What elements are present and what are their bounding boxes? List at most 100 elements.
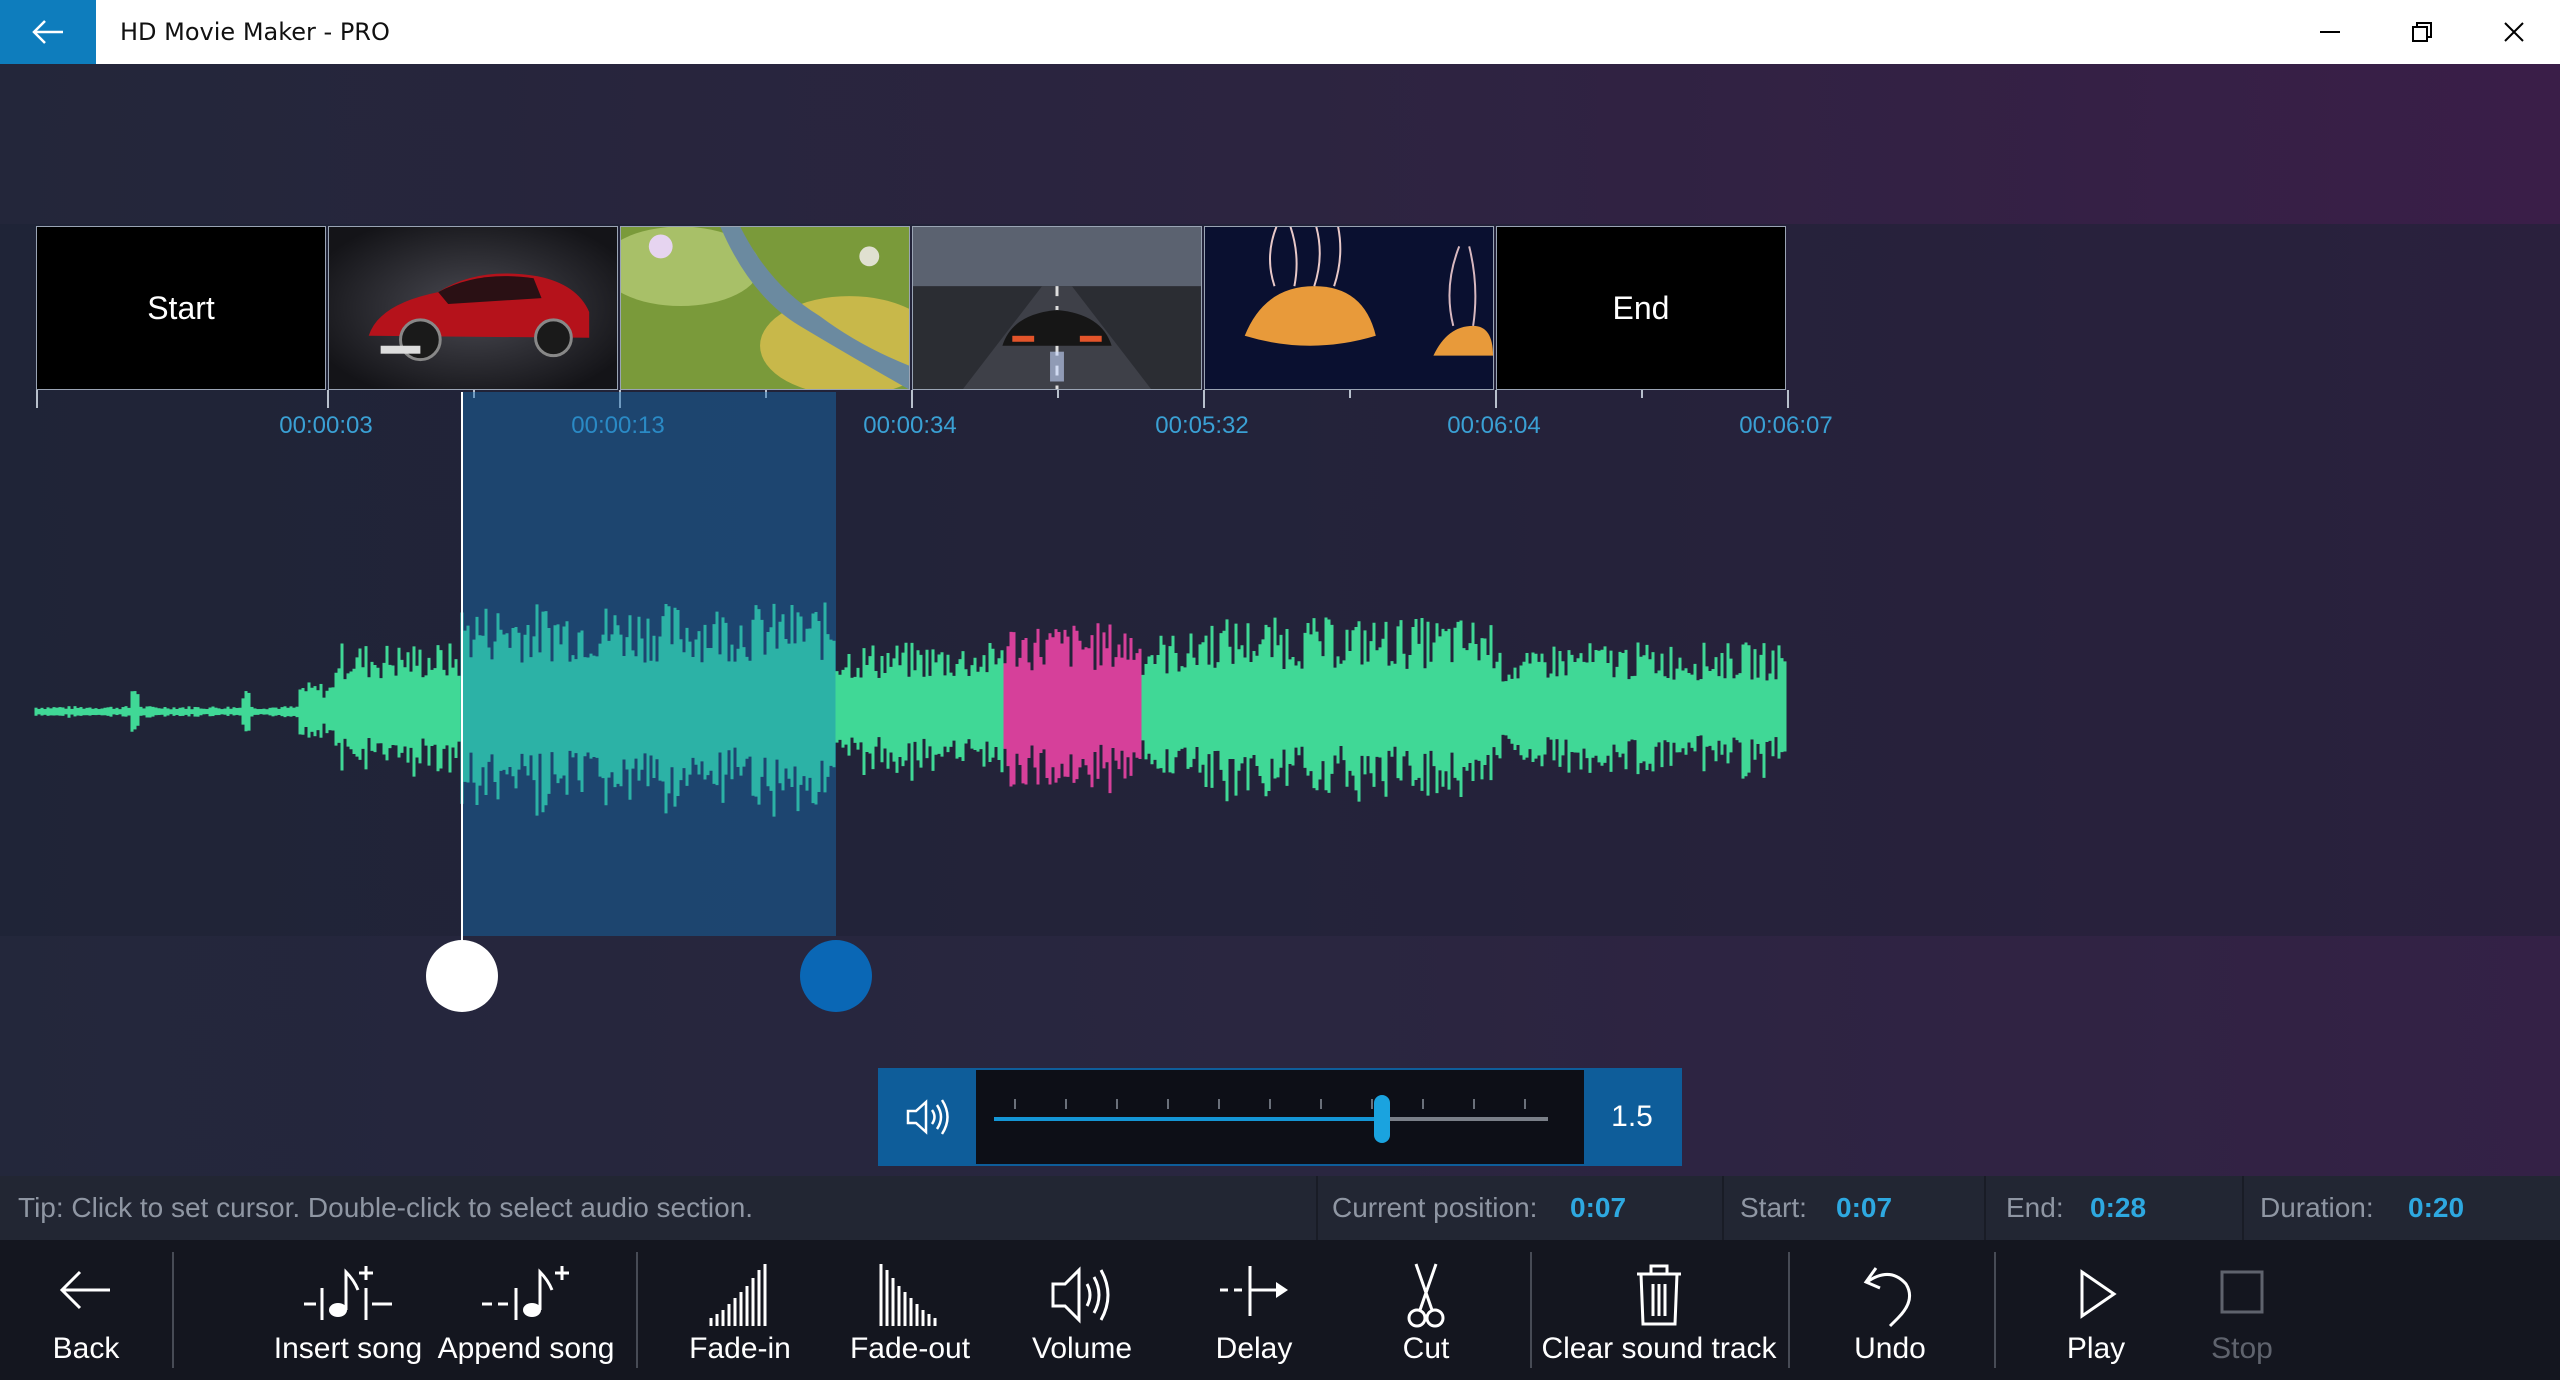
volume-tick: [1371, 1099, 1373, 1109]
minimize-button[interactable]: [2284, 0, 2376, 64]
status-divider: [1316, 1176, 1318, 1240]
volume-tick: [1524, 1099, 1526, 1109]
clip-thumbnail-garden[interactable]: [620, 226, 910, 390]
play-button[interactable]: Play: [2036, 1240, 2156, 1380]
close-icon: [2504, 22, 2524, 42]
volume-tick: [1473, 1099, 1475, 1109]
time-label: 00:06:04: [1447, 412, 1541, 439]
window-title: HD Movie Maker - PRO: [120, 18, 390, 46]
selection-start-handle[interactable]: [426, 940, 498, 1012]
insert-song-icon: [304, 1266, 392, 1320]
close-button[interactable]: [2468, 0, 2560, 64]
fade-out-label: Fade-out: [849, 1332, 971, 1365]
stop-label: Stop: [2211, 1332, 2273, 1365]
undo-label: Undo: [1854, 1332, 1926, 1365]
fade-out-icon: [879, 1264, 937, 1326]
playback-cursor[interactable]: [461, 392, 463, 942]
ruler-tick: [1349, 390, 1351, 398]
audio-waveform[interactable]: [0, 540, 1800, 880]
volume-label: Volume: [1031, 1332, 1133, 1365]
play-label: Play: [2066, 1332, 2126, 1365]
duration-label: Duration:: [2260, 1192, 2374, 1223]
ruler-tick: [1641, 390, 1643, 398]
volume-control: 1.5: [878, 1068, 1682, 1166]
time-label: 00:00:34: [863, 412, 957, 439]
end-label: End:: [2006, 1192, 2064, 1223]
toolbar-divider: [1788, 1252, 1790, 1368]
insert-song-button[interactable]: Insert song: [268, 1240, 428, 1380]
volume-tick: [1065, 1099, 1067, 1109]
clip-start[interactable]: Start: [36, 226, 326, 390]
clip-thumbnail-sportscar[interactable]: [912, 226, 1202, 390]
ruler-tick: [1057, 390, 1059, 398]
sports-car-road-image: [913, 227, 1201, 389]
volume-button[interactable]: Volume: [1022, 1240, 1142, 1380]
append-song-button[interactable]: Append song: [438, 1240, 614, 1380]
append-song-icon: [482, 1266, 569, 1320]
stop-icon: [2220, 1270, 2264, 1314]
play-icon: [2080, 1269, 2117, 1319]
toolbar-divider: [1530, 1252, 1532, 1368]
time-label: 00:06:07: [1739, 412, 1833, 439]
minimize-icon: [2320, 31, 2340, 33]
clip-end[interactable]: End: [1496, 226, 1786, 390]
trash-icon: [1637, 1264, 1681, 1326]
fade-in-button[interactable]: Fade-in: [680, 1240, 800, 1380]
append-song-label: Append song: [437, 1332, 615, 1365]
red-car-image: [329, 227, 617, 389]
clear-sound-track-button[interactable]: Clear sound track: [1541, 1240, 1777, 1380]
arrow-left-icon: [59, 1270, 110, 1310]
cut-label: Cut: [1402, 1332, 1450, 1365]
stop-button[interactable]: Stop: [2182, 1240, 2302, 1380]
window-back-button[interactable]: [0, 0, 96, 64]
tip-text: Tip: Click to set cursor. Double-click t…: [18, 1192, 754, 1223]
undo-button[interactable]: Undo: [1830, 1240, 1950, 1380]
time-label: 00:00:03: [279, 412, 373, 439]
volume-tick: [1422, 1099, 1424, 1109]
fade-in-label: Fade-in: [689, 1332, 791, 1365]
volume-tick: [1320, 1099, 1322, 1109]
ruler-tick: [1203, 390, 1205, 408]
volume-mute-button[interactable]: [880, 1070, 976, 1164]
delay-label: Delay: [1215, 1332, 1293, 1365]
toolbar-divider: [1994, 1252, 1996, 1368]
volume-slider-thumb[interactable]: [1373, 1095, 1390, 1143]
restore-button[interactable]: [2376, 0, 2468, 64]
clip-thumbnail-car[interactable]: [328, 226, 618, 390]
volume-tick: [1014, 1099, 1016, 1109]
scissors-icon: [1407, 1263, 1445, 1328]
toolbar-divider: [172, 1252, 174, 1368]
clip-end-label: End: [1612, 289, 1670, 326]
start-label: Start:: [1740, 1192, 1807, 1223]
status-divider: [1722, 1176, 1724, 1240]
volume-slider-fill: [994, 1117, 1382, 1121]
volume-tick: [1116, 1099, 1118, 1109]
volume-slider[interactable]: [994, 1095, 1548, 1143]
status-divider: [1984, 1176, 1986, 1240]
cut-button[interactable]: Cut: [1366, 1240, 1486, 1380]
title-bar: HD Movie Maker - PRO: [0, 0, 2560, 64]
speaker-icon: [906, 1099, 949, 1135]
status-divider: [2242, 1176, 2244, 1240]
status-bar: Tip: Click to set cursor. Double-click t…: [0, 1176, 2560, 1240]
bottom-toolbar: Back Insert song Append song Fade-in Fad…: [0, 1240, 2560, 1380]
back-label: Back: [52, 1332, 120, 1365]
start-value: 0:07: [1836, 1192, 1893, 1223]
fade-out-button[interactable]: Fade-out: [850, 1240, 970, 1380]
ruler-tick: [1787, 390, 1789, 408]
volume-icon: [1051, 1266, 1110, 1324]
back-button[interactable]: Back: [24, 1240, 148, 1380]
delay-button[interactable]: Delay: [1194, 1240, 1314, 1380]
garden-path-image: [621, 227, 909, 389]
jellyfish-image: [1205, 227, 1493, 389]
end-value: 0:28: [2090, 1192, 2147, 1223]
ruler-tick: [911, 390, 913, 408]
volume-tick: [1218, 1099, 1220, 1109]
volume-value: 1.5: [1584, 1070, 1680, 1164]
current-position-value: 0:07: [1570, 1192, 1627, 1223]
time-label: 00:05:32: [1155, 412, 1249, 439]
toolbar-divider: [636, 1252, 638, 1368]
clip-thumbnail-jellyfish[interactable]: [1204, 226, 1494, 390]
selection-end-handle[interactable]: [800, 940, 872, 1012]
clip-start-label: Start: [147, 289, 215, 326]
